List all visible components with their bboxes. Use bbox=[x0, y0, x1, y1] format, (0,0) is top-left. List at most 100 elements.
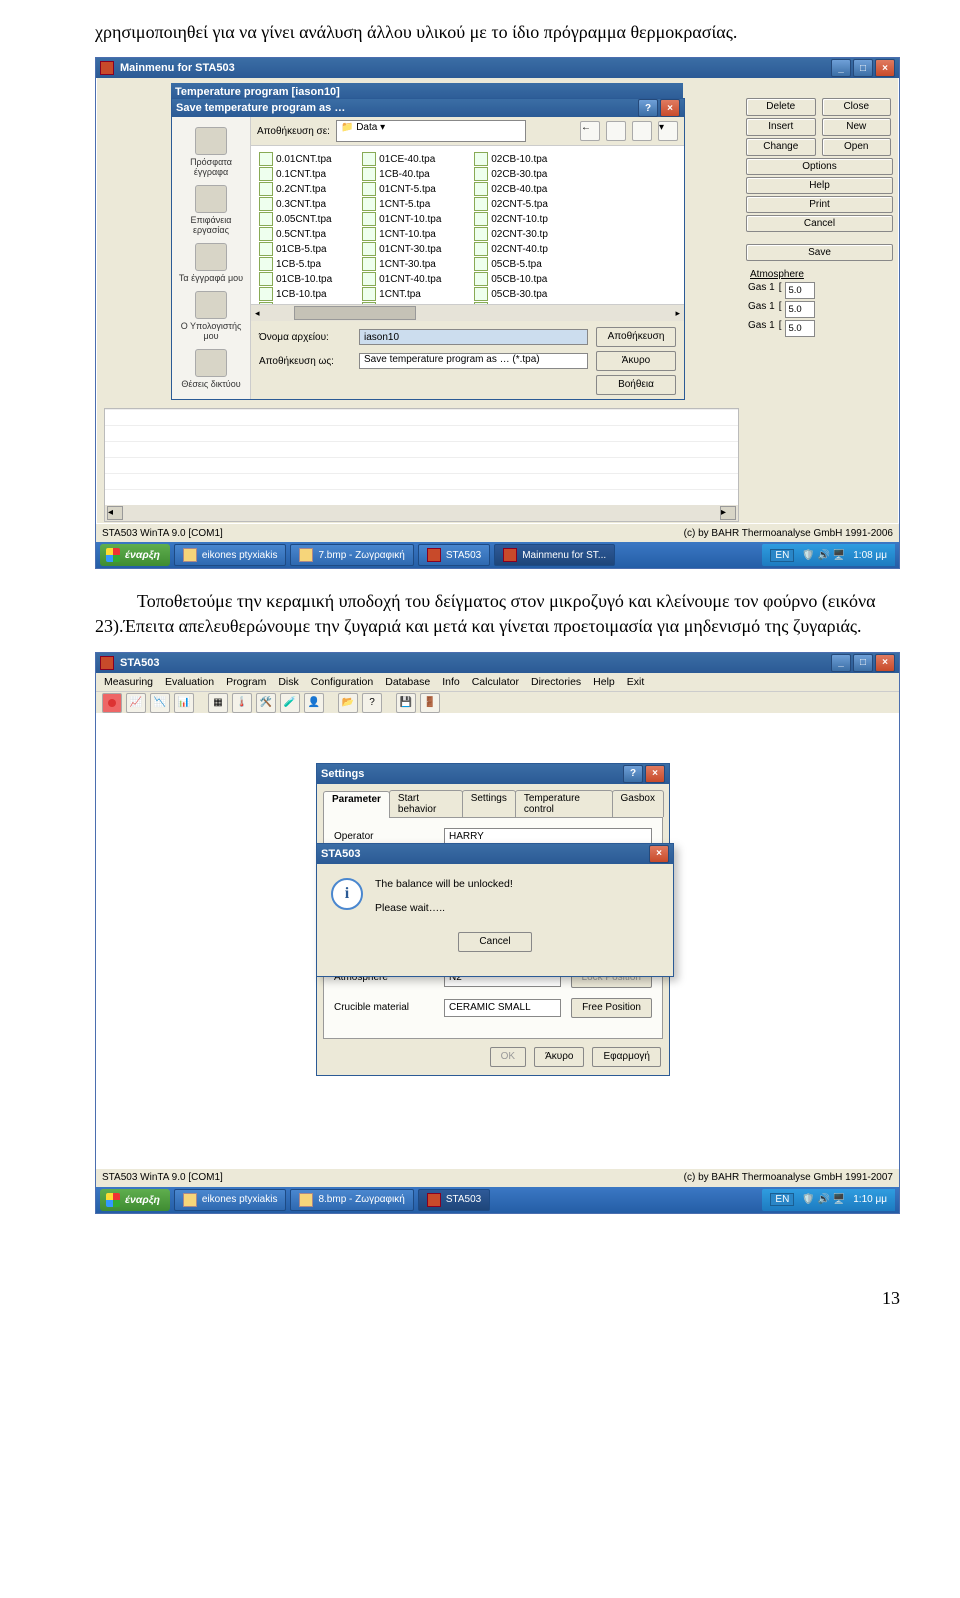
menu-help[interactable]: Help bbox=[593, 676, 615, 688]
file-item[interactable]: 0.1CNT.tpa bbox=[259, 167, 332, 181]
file-item[interactable]: 01CB-10.tpa bbox=[259, 272, 332, 286]
tab-parameter[interactable]: Parameter bbox=[323, 791, 390, 818]
tool-icon[interactable]: 🛠️ bbox=[256, 693, 276, 713]
change-button[interactable]: Change bbox=[746, 138, 816, 156]
tab-tempcontrol[interactable]: Temperature control bbox=[515, 790, 613, 817]
msg-cancel-button[interactable]: Cancel bbox=[458, 932, 531, 952]
help-icon[interactable]: ? bbox=[638, 99, 658, 117]
menu-exit[interactable]: Exit bbox=[627, 676, 645, 688]
file-item[interactable]: 02CB-10.tpa bbox=[474, 152, 548, 166]
menu-directories[interactable]: Directories bbox=[531, 676, 581, 688]
file-item[interactable]: 1CB-5.tpa bbox=[259, 257, 332, 271]
file-item[interactable]: 1CNT-5.tpa bbox=[362, 197, 444, 211]
place-recent[interactable]: Πρόσφατα έγγραφα bbox=[172, 127, 250, 177]
place-desktop[interactable]: Επιφάνεια εργασίας bbox=[172, 185, 250, 235]
close-icon[interactable]: × bbox=[649, 845, 669, 863]
file-item[interactable]: 1CNT-10.tpa bbox=[362, 227, 444, 241]
close-button[interactable]: × bbox=[875, 59, 895, 77]
file-item[interactable]: 1CNT-30.tpa bbox=[362, 257, 444, 271]
tab-settings[interactable]: Settings bbox=[462, 790, 516, 817]
task-7bmp[interactable]: 7.bmp - Ζωγραφική bbox=[290, 544, 413, 566]
place-network[interactable]: Θέσεις δικτύου bbox=[181, 349, 240, 389]
gas-value-3[interactable] bbox=[785, 320, 815, 337]
help-button[interactable]: Help bbox=[746, 177, 893, 194]
task-8bmp[interactable]: 8.bmp - Ζωγραφική bbox=[290, 1189, 413, 1211]
crucible-combo[interactable] bbox=[444, 999, 561, 1017]
start-button[interactable]: έναρξη bbox=[100, 1189, 170, 1211]
file-item[interactable]: 01CNT-40.tpa bbox=[362, 272, 444, 286]
task-sta503[interactable]: STA503 bbox=[418, 544, 490, 566]
thermometer-icon[interactable]: 🌡️ bbox=[232, 693, 252, 713]
views-icon[interactable]: ▾ bbox=[658, 121, 678, 141]
insert-button[interactable]: Insert bbox=[746, 118, 816, 136]
help-icon[interactable]: ? bbox=[623, 765, 643, 783]
close-button[interactable]: × bbox=[875, 654, 895, 672]
chart2-icon[interactable]: 📉 bbox=[150, 693, 170, 713]
menu-evaluation[interactable]: Evaluation bbox=[165, 676, 214, 688]
task-mainmenu[interactable]: Mainmenu for ST... bbox=[494, 544, 615, 566]
minimize-button[interactable]: _ bbox=[831, 59, 851, 77]
menu-database[interactable]: Database bbox=[385, 676, 430, 688]
disk-icon[interactable]: 💾 bbox=[396, 693, 416, 713]
file-item[interactable]: 02CNT-5.tpa bbox=[474, 197, 548, 211]
file-item[interactable]: 0.2CNT.tpa bbox=[259, 182, 332, 196]
language-indicator[interactable]: EN bbox=[770, 549, 794, 562]
folder-icon[interactable]: 📂 bbox=[338, 693, 358, 713]
file-item[interactable]: 02CB-40.tpa bbox=[474, 182, 548, 196]
exit-icon[interactable]: 🚪 bbox=[420, 693, 440, 713]
chart-icon[interactable]: 📈 bbox=[126, 693, 146, 713]
filename-input[interactable] bbox=[359, 329, 588, 345]
gas-value-1[interactable] bbox=[785, 282, 815, 299]
file-item[interactable]: 01CNT-30.tpa bbox=[362, 242, 444, 256]
back-icon[interactable]: ← bbox=[580, 121, 600, 141]
language-indicator[interactable]: EN bbox=[770, 1193, 794, 1206]
file-item[interactable]: 01CNT-10.tpa bbox=[362, 212, 444, 226]
tab-gasbox[interactable]: Gasbox bbox=[612, 790, 664, 817]
maximize-button[interactable]: □ bbox=[853, 654, 873, 672]
cancel-button[interactable]: Άκυρο bbox=[596, 351, 676, 371]
menu-info[interactable]: Info bbox=[442, 676, 460, 688]
help-icon[interactable]: ? bbox=[362, 693, 382, 713]
file-item[interactable]: 0.05CNT.tpa bbox=[259, 212, 332, 226]
place-mydocs[interactable]: Τα έγγραφά μου bbox=[179, 243, 243, 283]
lookin-combo[interactable]: 📁 Data ▾ bbox=[336, 120, 526, 142]
place-mycomputer[interactable]: Ο Υπολογιστής μου bbox=[172, 291, 250, 341]
new-button[interactable]: New bbox=[822, 118, 892, 136]
file-list-scrollbar[interactable]: ◂ ▸ bbox=[251, 304, 684, 321]
file-item[interactable]: 0.01CNT.tpa bbox=[259, 152, 332, 166]
minimize-button[interactable]: _ bbox=[831, 654, 851, 672]
file-item[interactable]: 05CB-10.tpa bbox=[474, 272, 548, 286]
record-icon[interactable] bbox=[102, 693, 122, 713]
newfolder-icon[interactable] bbox=[632, 121, 652, 141]
menu-measuring[interactable]: Measuring bbox=[104, 676, 153, 688]
file-item[interactable]: 1CB-10.tpa bbox=[259, 287, 332, 301]
help-button-dlg[interactable]: Βοήθεια bbox=[596, 375, 676, 395]
grid-icon[interactable]: ▦ bbox=[208, 693, 228, 713]
menu-calculator[interactable]: Calculator bbox=[472, 676, 519, 688]
close-icon[interactable]: × bbox=[645, 765, 665, 783]
maximize-button[interactable]: □ bbox=[853, 59, 873, 77]
print-button[interactable]: Print bbox=[746, 196, 893, 213]
file-item[interactable]: 02CB-30.tpa bbox=[474, 167, 548, 181]
free-position-button[interactable]: Free Position bbox=[571, 998, 652, 1018]
delete-button[interactable]: Delete bbox=[746, 98, 816, 116]
file-item[interactable]: 0.5CNT.tpa bbox=[259, 227, 332, 241]
task-eikones[interactable]: eikones ptyxiakis bbox=[174, 544, 287, 566]
task-eikones[interactable]: eikones ptyxiakis bbox=[174, 1189, 287, 1211]
file-item[interactable]: 05CB-5.tpa bbox=[474, 257, 548, 271]
start-button[interactable]: έναρξη bbox=[100, 544, 170, 566]
file-item[interactable]: 01CB-5.tpa bbox=[259, 242, 332, 256]
task-sta503[interactable]: STA503 bbox=[418, 1189, 490, 1211]
file-item[interactable]: 01CE-40.tpa bbox=[362, 152, 444, 166]
close-button-panel[interactable]: Close bbox=[822, 98, 892, 116]
file-item[interactable]: 02CNT-30.tp bbox=[474, 227, 548, 241]
file-list[interactable]: 0.01CNT.tpa0.1CNT.tpa0.2CNT.tpa0.3CNT.tp… bbox=[251, 146, 684, 304]
tab-startbehavior[interactable]: Start behavior bbox=[389, 790, 463, 817]
cancel-button[interactable]: Άκυρο bbox=[534, 1047, 584, 1067]
filetype-combo[interactable]: Save temperature program as … (*.tpa) bbox=[359, 353, 588, 369]
file-item[interactable]: 1CNT.tpa bbox=[362, 287, 444, 301]
chart3-icon[interactable]: 📊 bbox=[174, 693, 194, 713]
up-icon[interactable] bbox=[606, 121, 626, 141]
file-item[interactable]: 01CNT-5.tpa bbox=[362, 182, 444, 196]
file-item[interactable]: 1CB-40.tpa bbox=[362, 167, 444, 181]
